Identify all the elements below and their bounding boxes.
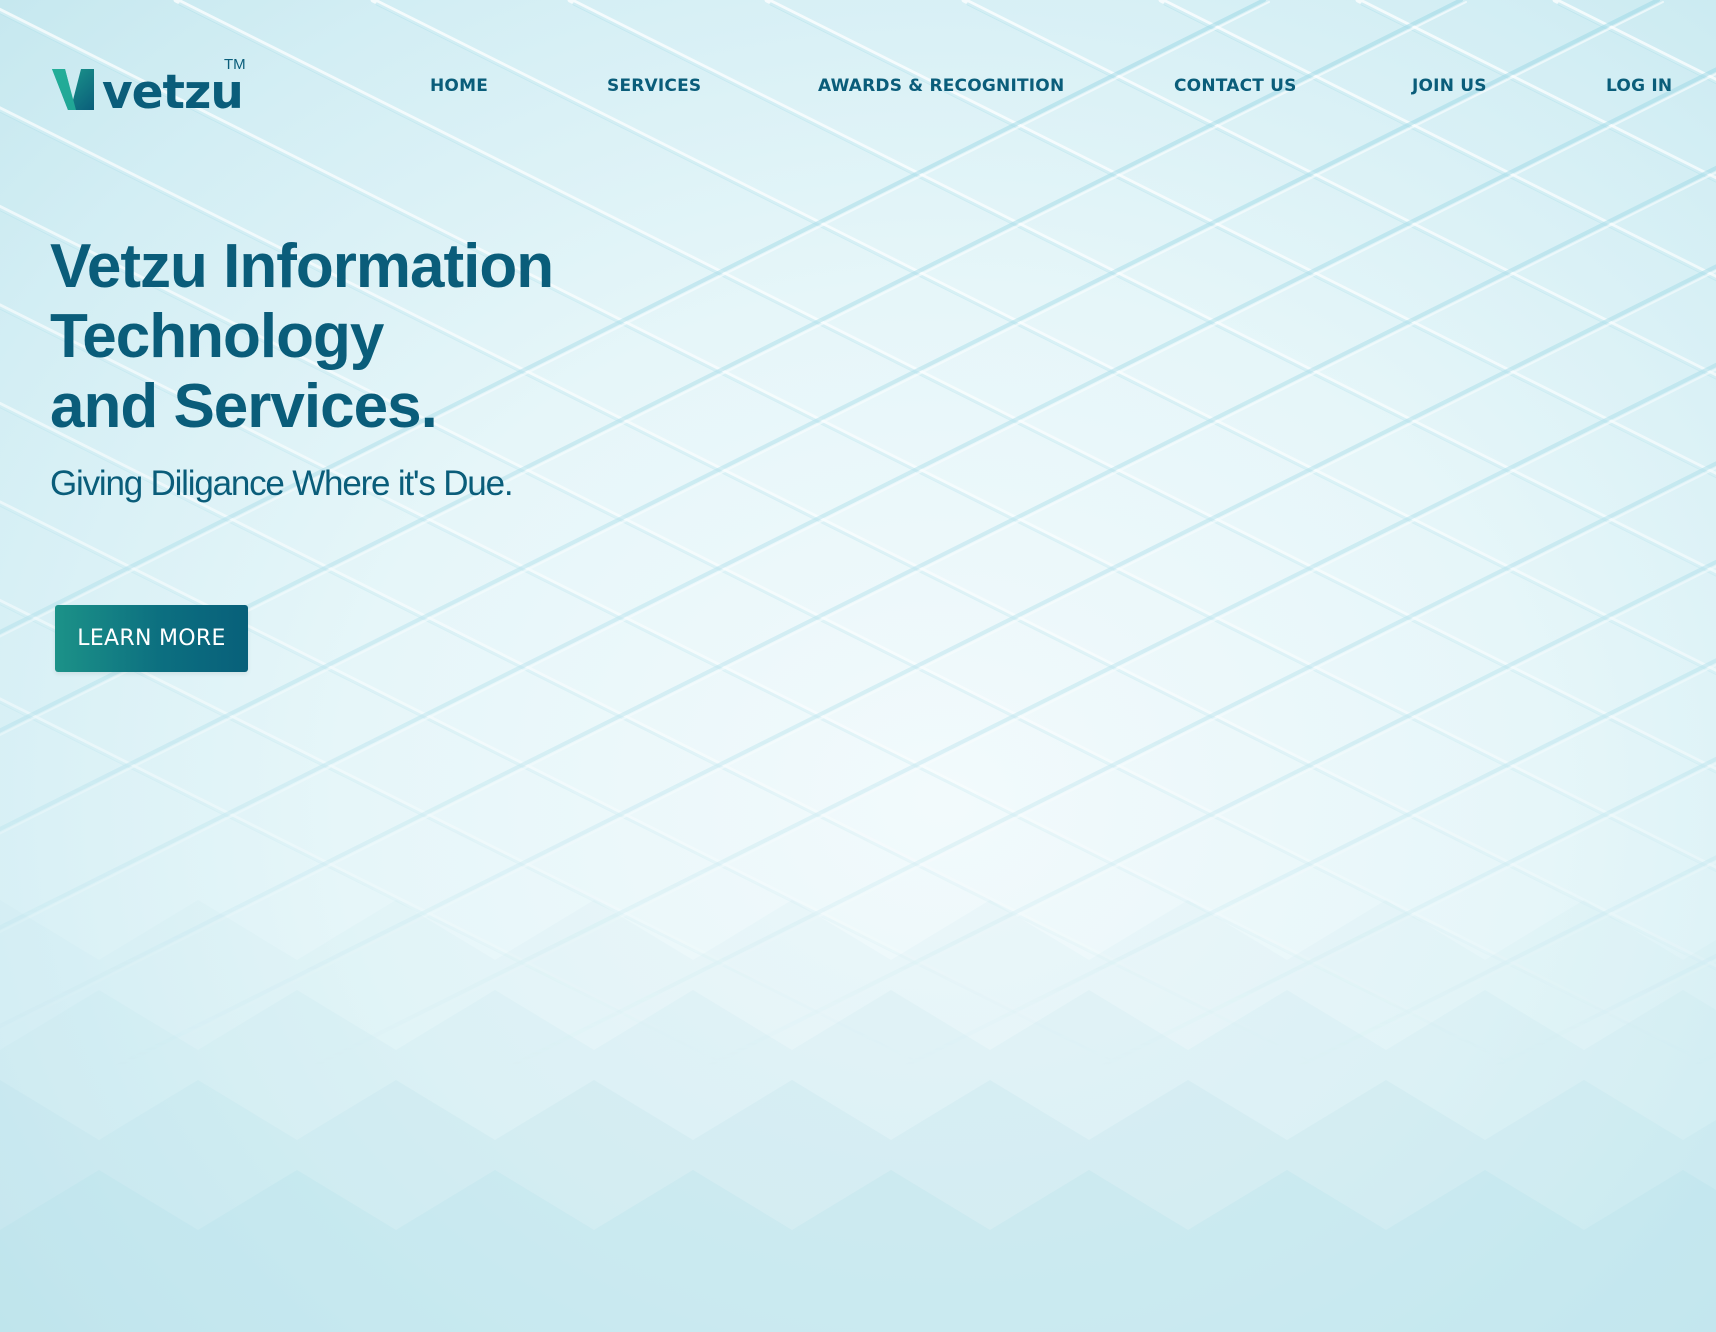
- tagline: Giving Diligance Where it's Due.: [50, 464, 514, 503]
- trademark-symbol: TM: [224, 56, 246, 73]
- nav-awards-recognition[interactable]: AWARDS & RECOGNITION: [818, 74, 1064, 98]
- main-navigation: HOME SERVICES AWARDS & RECOGNITION CONTA…: [0, 74, 1716, 98]
- nav-services[interactable]: SERVICES: [607, 74, 701, 98]
- title-line-3: and Services.: [50, 372, 438, 441]
- diamond-lattice-pattern: [0, 0, 1716, 1332]
- title-line-2: Technology: [50, 302, 384, 371]
- nav-contact-us[interactable]: CONTACT US: [1174, 74, 1297, 98]
- title-line-1: Vetzu Information: [50, 232, 554, 301]
- nav-log-in[interactable]: LOG IN: [1606, 74, 1672, 98]
- hero-background: [0, 0, 1716, 1332]
- page-title: Vetzu Information Technology and Service…: [50, 232, 554, 442]
- learn-more-button[interactable]: LEARN MORE: [55, 605, 248, 672]
- nav-home[interactable]: HOME: [430, 74, 488, 98]
- nav-join-us[interactable]: JOIN US: [1412, 74, 1487, 98]
